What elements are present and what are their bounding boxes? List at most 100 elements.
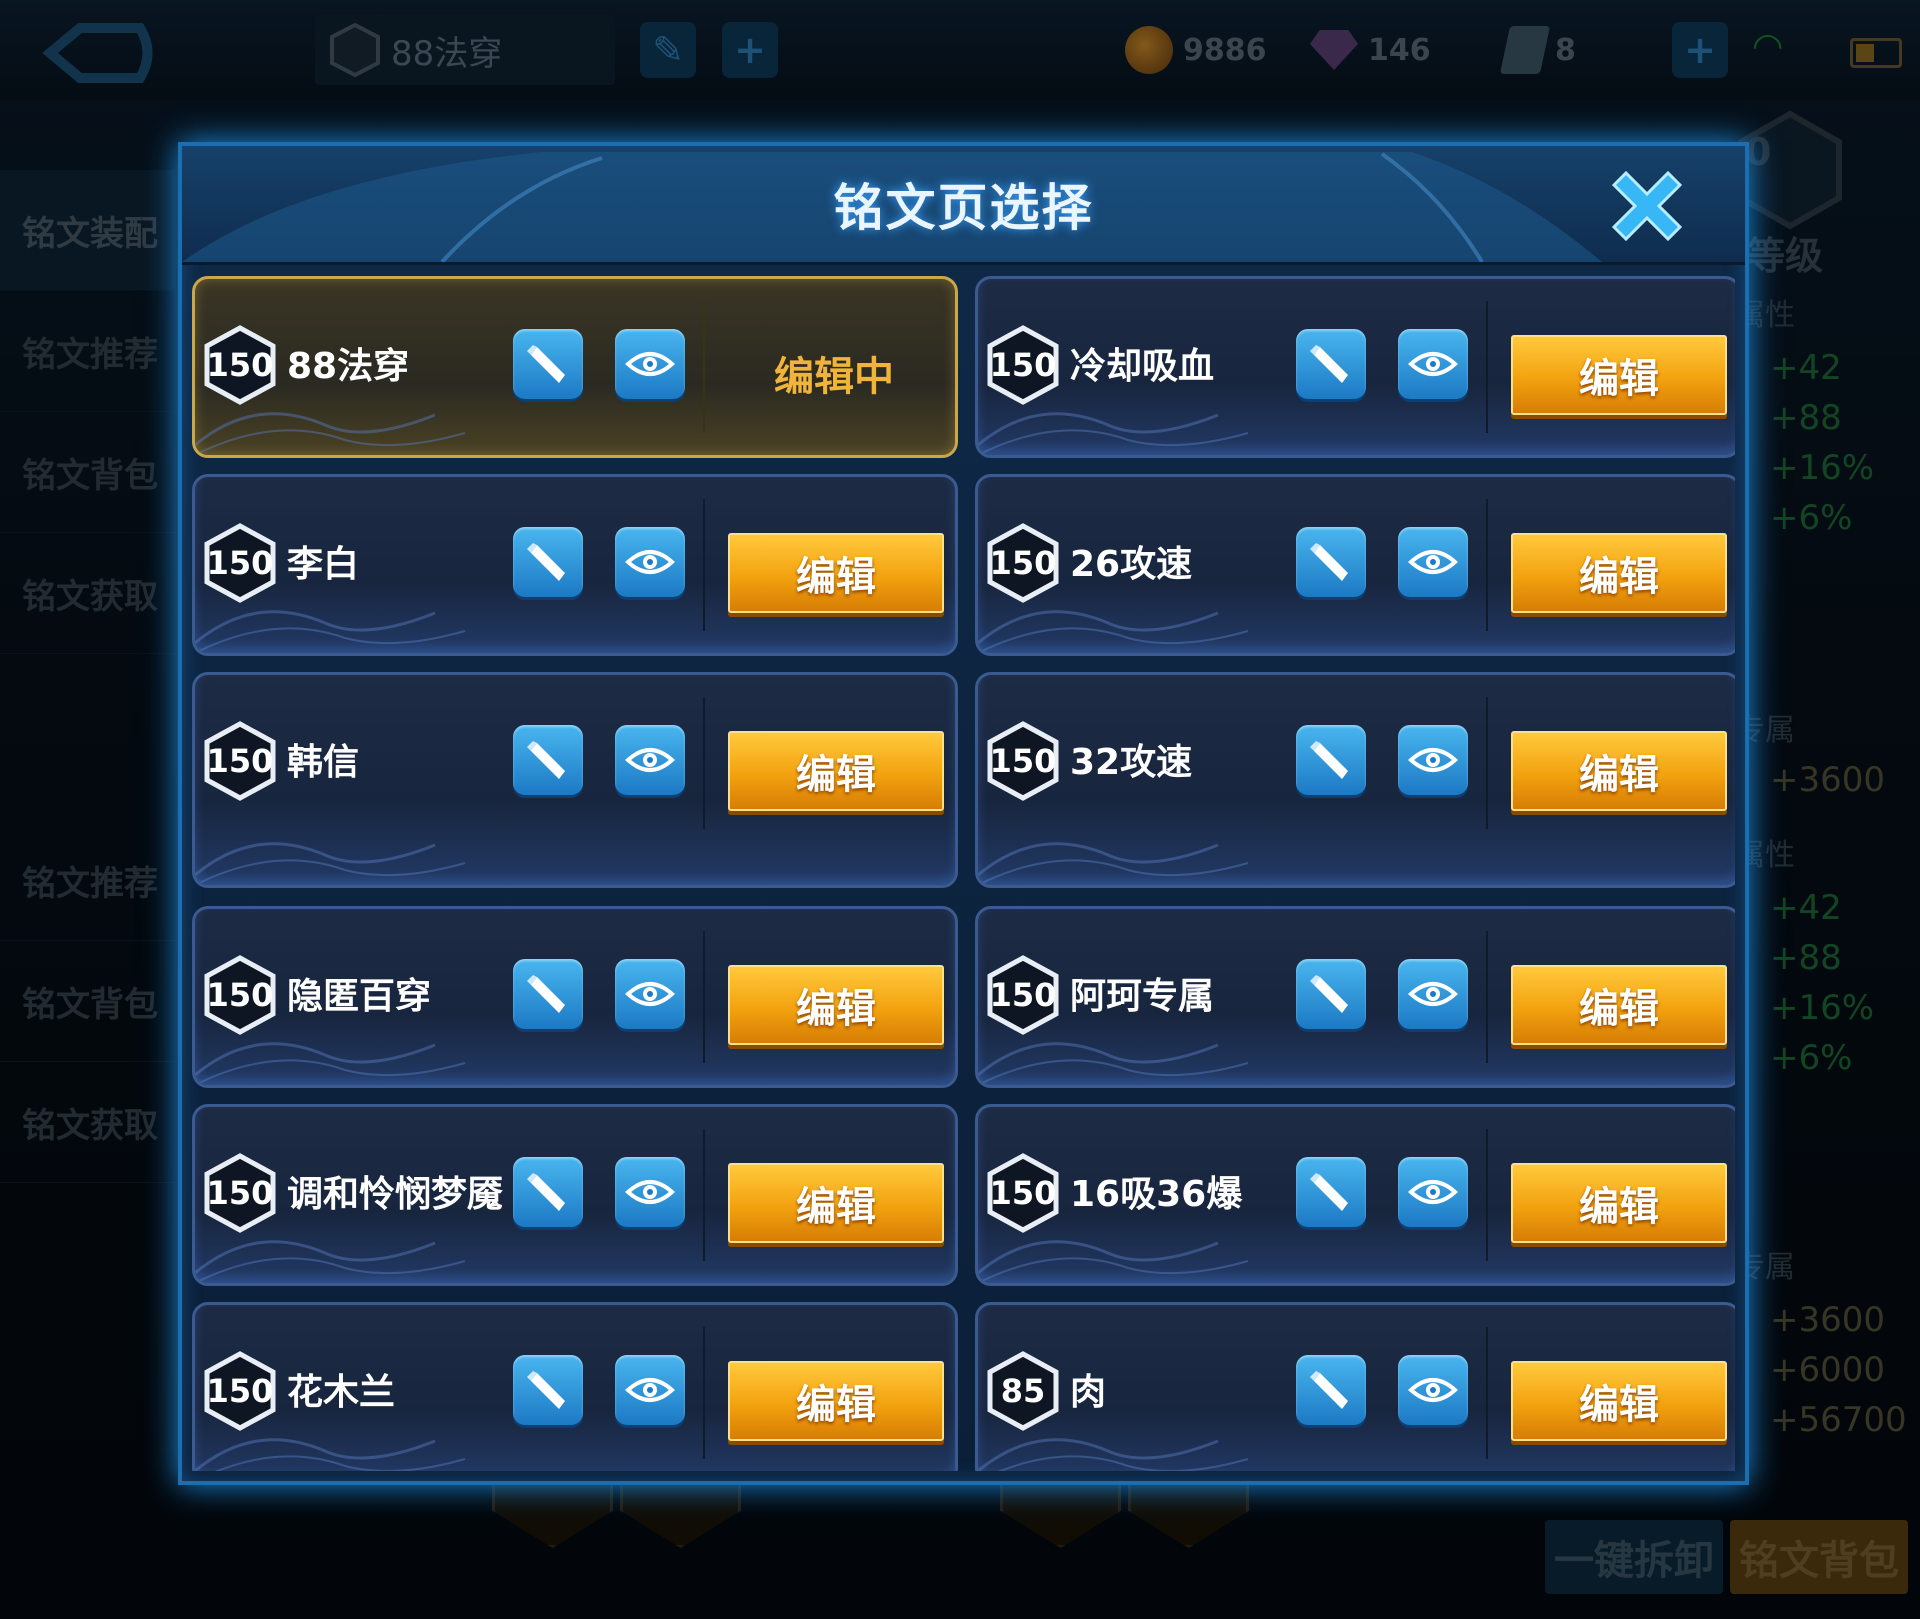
page-level: 150 [989, 346, 1057, 384]
rune-page-select-dialog: 铭文页选择 150 88法穿 编辑中 150 冷却吸血 编辑 150 李白 编辑… [178, 142, 1749, 1485]
rune-page-card[interactable]: 150 李白 编辑 [192, 474, 958, 656]
card-decoration [195, 842, 466, 885]
page-level: 150 [206, 1372, 274, 1410]
divider [703, 1129, 705, 1261]
eye-icon [625, 352, 675, 376]
divider [1486, 499, 1488, 631]
edit-button[interactable]: 编辑 [1511, 1361, 1727, 1441]
pencil-icon [527, 345, 565, 383]
preview-button[interactable] [615, 1157, 685, 1227]
rename-button[interactable] [513, 959, 583, 1029]
level-hex-icon: 150 [986, 1153, 1060, 1233]
page-name: 88法穿 [287, 346, 410, 387]
page-name: 隐匿百穿 [287, 976, 432, 1017]
pencil-icon [1310, 1371, 1348, 1409]
divider [703, 499, 705, 631]
preview-button[interactable] [615, 959, 685, 1029]
page-level: 85 [1000, 1372, 1046, 1410]
edit-button[interactable]: 编辑 [728, 1361, 944, 1441]
level-hex-icon: 150 [986, 325, 1060, 405]
preview-button[interactable] [615, 527, 685, 597]
pencil-icon [527, 741, 565, 779]
page-level: 150 [989, 1174, 1057, 1212]
rename-button[interactable] [513, 1355, 583, 1425]
rune-page-card[interactable]: 150 26攻速 编辑 [975, 474, 1735, 656]
pencil-icon [1310, 741, 1348, 779]
preview-button[interactable] [1398, 1355, 1468, 1425]
divider [1486, 1129, 1488, 1261]
rename-button[interactable] [513, 725, 583, 795]
edit-button[interactable]: 编辑 [1511, 731, 1727, 811]
rune-page-card[interactable]: 85 肉 编辑 [975, 1302, 1735, 1471]
rename-button[interactable] [1296, 527, 1366, 597]
card-decoration [978, 842, 1249, 885]
rename-button[interactable] [513, 329, 583, 399]
divider [703, 931, 705, 1063]
page-name: 26攻速 [1070, 544, 1193, 585]
rename-button[interactable] [1296, 1355, 1366, 1425]
edit-button[interactable]: 编辑 [1511, 335, 1727, 415]
eye-icon [1408, 748, 1458, 772]
divider [703, 301, 705, 433]
rename-button[interactable] [1296, 725, 1366, 795]
pencil-icon [1310, 1173, 1348, 1211]
eye-icon [1408, 352, 1458, 376]
page-level: 150 [989, 544, 1057, 582]
rename-button[interactable] [513, 527, 583, 597]
edit-button[interactable]: 编辑 [728, 1163, 944, 1243]
edit-button[interactable]: 编辑 [728, 731, 944, 811]
eye-icon [625, 748, 675, 772]
rune-page-card[interactable]: 150 阿珂专属 编辑 [975, 906, 1735, 1088]
page-level: 150 [989, 976, 1057, 1014]
edit-button[interactable]: 编辑 [1511, 965, 1727, 1045]
divider [1486, 931, 1488, 1063]
level-hex-icon: 150 [203, 955, 277, 1035]
rename-button[interactable] [1296, 1157, 1366, 1227]
close-button[interactable] [1597, 156, 1697, 256]
level-hex-icon: 150 [203, 721, 277, 801]
page-level: 150 [206, 544, 274, 582]
rename-button[interactable] [1296, 329, 1366, 399]
preview-button[interactable] [1398, 329, 1468, 399]
preview-button[interactable] [1398, 1157, 1468, 1227]
edit-button[interactable]: 编辑 [728, 965, 944, 1045]
preview-button[interactable] [615, 725, 685, 795]
rune-page-card[interactable]: 150 88法穿 编辑中 [192, 276, 958, 458]
level-hex-icon: 150 [986, 523, 1060, 603]
rune-page-card[interactable]: 150 冷却吸血 编辑 [975, 276, 1735, 458]
page-level: 150 [989, 742, 1057, 780]
rune-page-card[interactable]: 150 韩信 编辑 [192, 672, 958, 888]
rune-page-card[interactable]: 150 花木兰 编辑 [192, 1302, 958, 1471]
rune-page-card[interactable]: 150 隐匿百穿 编辑 [192, 906, 958, 1088]
eye-icon [625, 550, 675, 574]
rune-page-card[interactable]: 150 调和怜悯梦魇 编辑 [192, 1104, 958, 1286]
close-icon [1611, 170, 1683, 242]
dialog-header: 铭文页选择 [182, 146, 1745, 265]
pencil-icon [527, 1173, 565, 1211]
preview-button[interactable] [615, 329, 685, 399]
eye-icon [1408, 982, 1458, 1006]
page-level: 150 [206, 346, 274, 384]
rune-page-card[interactable]: 150 16吸36爆 编辑 [975, 1104, 1735, 1286]
edit-button[interactable]: 编辑 [1511, 1163, 1727, 1243]
preview-button[interactable] [1398, 527, 1468, 597]
page-name: 冷却吸血 [1070, 346, 1215, 387]
rename-button[interactable] [513, 1157, 583, 1227]
edit-button[interactable]: 编辑 [728, 533, 944, 613]
page-name: 花木兰 [287, 1372, 396, 1413]
divider [1486, 697, 1488, 829]
page-level: 150 [206, 976, 274, 1014]
level-hex-icon: 150 [203, 523, 277, 603]
preview-button[interactable] [615, 1355, 685, 1425]
page-name: 阿珂专属 [1070, 976, 1215, 1017]
preview-button[interactable] [1398, 959, 1468, 1029]
page-level: 150 [206, 742, 274, 780]
rename-button[interactable] [1296, 959, 1366, 1029]
rune-page-card[interactable]: 150 32攻速 编辑 [975, 672, 1735, 888]
eye-icon [625, 982, 675, 1006]
page-name: 韩信 [287, 742, 360, 783]
edit-button[interactable]: 编辑 [1511, 533, 1727, 613]
level-hex-icon: 150 [203, 1351, 277, 1431]
preview-button[interactable] [1398, 725, 1468, 795]
level-hex-icon: 150 [986, 721, 1060, 801]
